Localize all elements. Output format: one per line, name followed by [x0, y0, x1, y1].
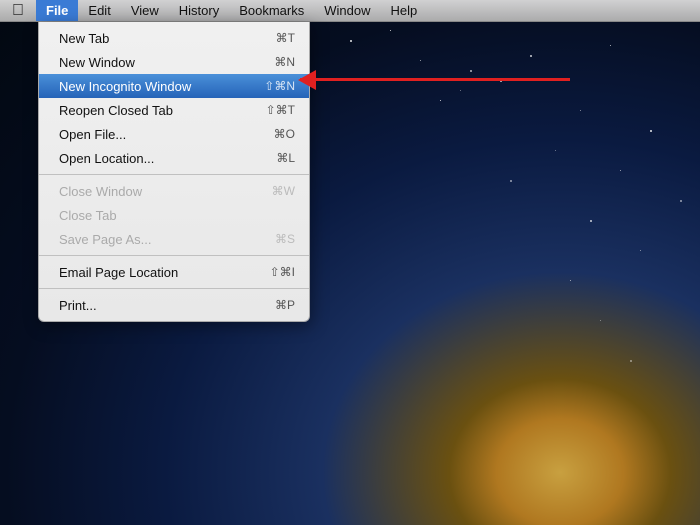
arrow-head-icon	[298, 70, 316, 90]
menu-item-close-tab-label: Close Tab	[59, 208, 117, 223]
menubar-item-apple[interactable]: 	[0, 0, 36, 21]
menu-item-open-location[interactable]: Open Location... ⌘L	[39, 146, 309, 170]
menu-item-new-tab[interactable]: New Tab ⌘T	[39, 26, 309, 50]
menu-item-new-incognito-window-shortcut: ⇧⌘N	[264, 79, 295, 93]
menubar-item-help[interactable]: Help	[381, 0, 428, 21]
menu-item-open-file-shortcut: ⌘O	[274, 127, 295, 141]
menu-item-new-incognito-window-label: New Incognito Window	[59, 79, 191, 94]
menubar-item-history[interactable]: History	[169, 0, 229, 21]
menubar-item-edit[interactable]: Edit	[78, 0, 120, 21]
separator-1	[39, 174, 309, 175]
menubar-item-window[interactable]: Window	[314, 0, 380, 21]
separator-3	[39, 288, 309, 289]
menu-item-save-page-as-shortcut: ⌘S	[275, 232, 295, 246]
menubar-item-bookmarks[interactable]: Bookmarks	[229, 0, 314, 21]
menu-item-new-window-label: New Window	[59, 55, 135, 70]
menu-item-open-file[interactable]: Open File... ⌘O	[39, 122, 309, 146]
arrow-line	[300, 78, 570, 81]
menu-item-close-tab: Close Tab	[39, 203, 309, 227]
menu-item-reopen-closed-tab-label: Reopen Closed Tab	[59, 103, 173, 118]
menu-item-close-window-label: Close Window	[59, 184, 142, 199]
file-menu-dropdown: New Tab ⌘T New Window ⌘N New Incognito W…	[38, 22, 310, 322]
menu-item-reopen-closed-tab[interactable]: Reopen Closed Tab ⇧⌘T	[39, 98, 309, 122]
menu-item-reopen-closed-tab-shortcut: ⇧⌘T	[266, 103, 295, 117]
menu-item-close-window: Close Window ⌘W	[39, 179, 309, 203]
arrow-indicator	[300, 78, 570, 81]
menubar:  File Edit View History Bookmarks Windo…	[0, 0, 700, 22]
menu-item-print-shortcut: ⌘P	[275, 298, 295, 312]
menu-item-email-page-location[interactable]: Email Page Location ⇧⌘I	[39, 260, 309, 284]
menu-item-open-location-shortcut: ⌘L	[276, 151, 295, 165]
menu-item-new-incognito-window[interactable]: New Incognito Window ⇧⌘N	[39, 74, 309, 98]
menu-item-print[interactable]: Print... ⌘P	[39, 293, 309, 317]
menu-item-open-file-label: Open File...	[59, 127, 126, 142]
menubar-item-view[interactable]: View	[121, 0, 169, 21]
menu-item-email-page-location-shortcut: ⇧⌘I	[270, 265, 295, 279]
menu-item-new-tab-shortcut: ⌘T	[276, 31, 295, 45]
menu-item-open-location-label: Open Location...	[59, 151, 154, 166]
menu-item-email-page-location-label: Email Page Location	[59, 265, 178, 280]
menu-item-print-label: Print...	[59, 298, 97, 313]
menu-item-new-window[interactable]: New Window ⌘N	[39, 50, 309, 74]
menu-item-new-tab-label: New Tab	[59, 31, 109, 46]
menu-item-save-page-as: Save Page As... ⌘S	[39, 227, 309, 251]
menu-item-save-page-as-label: Save Page As...	[59, 232, 152, 247]
separator-2	[39, 255, 309, 256]
menubar-item-file[interactable]: File	[36, 0, 78, 21]
menu-item-new-window-shortcut: ⌘N	[274, 55, 295, 69]
menu-item-close-window-shortcut: ⌘W	[272, 184, 295, 198]
